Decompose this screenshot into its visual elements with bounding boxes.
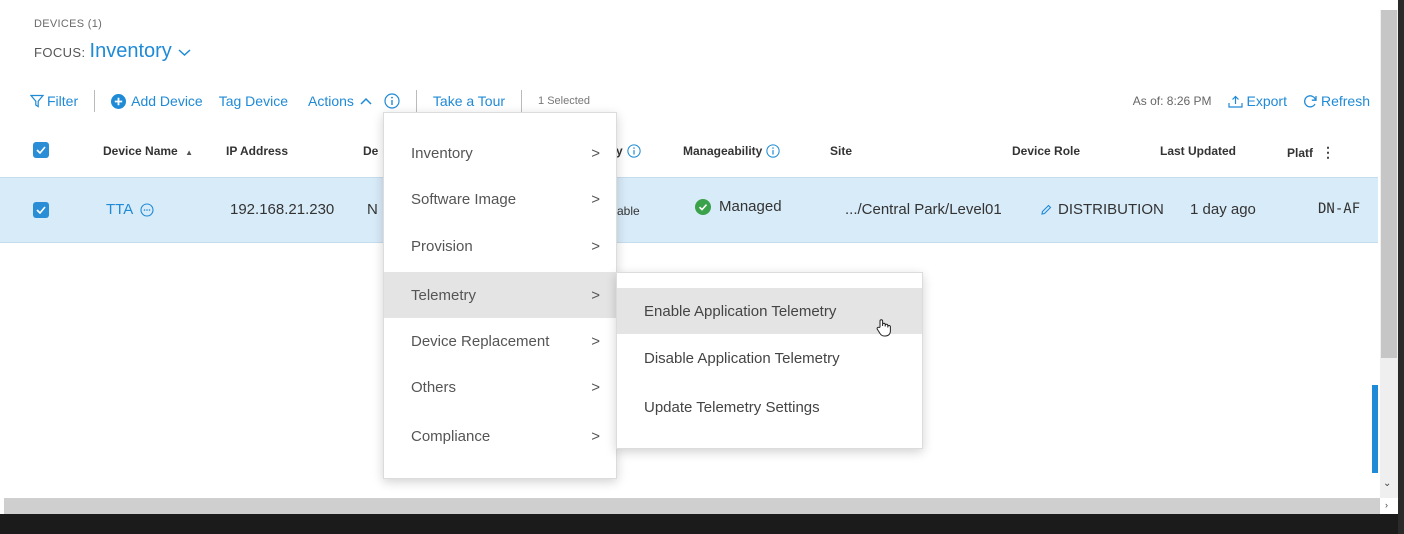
menu-item-inventory[interactable]: Inventory >	[384, 130, 616, 176]
tag-device-button[interactable]: Tag Device	[219, 93, 288, 109]
column-header-device-type[interactable]: De	[363, 144, 378, 158]
chevron-right-icon: >	[591, 190, 600, 208]
refresh-icon	[1304, 94, 1317, 108]
toolbar: Filter Add Device Tag Device Actions Tak…	[30, 88, 590, 114]
bottom-bar	[0, 514, 1404, 534]
scroll-indicator	[1372, 385, 1378, 473]
toolbar-divider	[521, 90, 523, 112]
more-horizontal-circle-icon[interactable]	[140, 202, 154, 217]
menu-item-others[interactable]: Others >	[384, 364, 616, 410]
export-label: Export	[1246, 93, 1287, 109]
menu-item-device-replacement[interactable]: Device Replacement >	[384, 318, 616, 364]
actions-button[interactable]: Actions	[308, 93, 372, 109]
submenu-item-disable-app-telemetry[interactable]: Disable Application Telemetry	[617, 335, 922, 381]
column-header-platform[interactable]: Platf ⋮	[1287, 144, 1335, 161]
column-header-device-name[interactable]: Device Name ▲	[103, 144, 193, 158]
last-updated-cell: 1 day ago	[1190, 201, 1256, 218]
filter-icon	[30, 94, 44, 108]
export-icon	[1227, 95, 1243, 108]
horizontal-scrollbar-track[interactable]	[4, 498, 1380, 514]
check-circle-icon	[695, 198, 711, 215]
manageability-cell: Managed	[695, 198, 782, 215]
column-header-site[interactable]: Site	[830, 144, 852, 158]
chevron-right-icon: >	[591, 144, 600, 162]
chevron-right-icon: >	[591, 286, 600, 304]
platform-cell: DN-AF	[1318, 201, 1361, 217]
refresh-button[interactable]: Refresh	[1303, 93, 1370, 109]
device-name-link[interactable]: TTA	[106, 201, 154, 218]
focus-value[interactable]: Inventory	[90, 40, 172, 63]
focus-selector[interactable]: FOCUS: Inventory	[34, 40, 191, 63]
chevron-right-icon: >	[591, 332, 600, 350]
info-icon[interactable]	[384, 93, 400, 109]
table-row[interactable]: TTA 192.168.21.230 N able Managed .../Ce…	[0, 177, 1378, 243]
device-role-cell[interactable]: DISTRIBUTION	[1040, 201, 1164, 218]
column-header-device-role[interactable]: Device Role	[1012, 144, 1080, 158]
sort-asc-icon: ▲	[185, 148, 193, 157]
add-device-button[interactable]: Add Device	[111, 93, 203, 109]
actions-dropdown-menu: Inventory > Software Image > Provision >…	[383, 112, 617, 479]
chevron-up-icon	[360, 97, 372, 105]
column-header-manageability[interactable]: Manageability	[683, 144, 781, 158]
device-type-cell: N	[367, 201, 378, 218]
column-header-ip-address[interactable]: IP Address	[226, 144, 288, 158]
export-button[interactable]: Export	[1227, 93, 1287, 109]
site-cell: .../Central Park/Level01	[845, 201, 1002, 218]
selected-count: 1 Selected	[538, 95, 591, 107]
telemetry-submenu: Enable Application Telemetry Disable App…	[616, 272, 923, 449]
column-header-reachability[interactable]: y	[616, 144, 641, 158]
toolbar-divider	[94, 90, 96, 112]
more-vertical-icon[interactable]: ⋮	[1321, 144, 1335, 161]
toolbar-right: As of: 8:26 PM Export Refresh	[1133, 88, 1370, 114]
chevron-right-icon: >	[591, 427, 600, 445]
vertical-scrollbar-thumb[interactable]	[1381, 10, 1397, 358]
take-tour-button[interactable]: Take a Tour	[433, 93, 505, 109]
column-header-last-updated[interactable]: Last Updated	[1160, 144, 1236, 158]
actions-label: Actions	[307, 93, 354, 109]
menu-item-compliance[interactable]: Compliance >	[384, 413, 616, 459]
filter-button[interactable]: Filter	[30, 93, 78, 109]
chevron-right-icon: >	[591, 237, 600, 255]
add-device-label: Add Device	[131, 93, 203, 109]
info-icon	[627, 144, 641, 158]
plus-circle-icon	[111, 93, 127, 109]
refresh-label: Refresh	[1320, 93, 1370, 109]
info-icon	[766, 144, 781, 158]
chevron-down-icon[interactable]	[178, 45, 191, 60]
submenu-item-update-telemetry-settings[interactable]: Update Telemetry Settings	[617, 384, 922, 430]
devices-count: DEVICES (1)	[34, 18, 103, 30]
menu-item-provision[interactable]: Provision >	[384, 223, 616, 269]
menu-item-software-image[interactable]: Software Image >	[384, 176, 616, 222]
reachability-cell: able	[617, 204, 640, 218]
scroll-right-icon[interactable]: ›	[1385, 500, 1388, 510]
filter-label: Filter	[47, 93, 79, 109]
focus-label: FOCUS:	[34, 45, 86, 60]
table-header: Device Name ▲ IP Address De y Manageabil…	[0, 132, 1378, 172]
submenu-item-enable-app-telemetry[interactable]: Enable Application Telemetry	[617, 288, 922, 337]
window-edge	[1398, 0, 1404, 534]
ip-address-cell: 192.168.21.230	[230, 201, 335, 218]
scroll-down-icon[interactable]: ⌄	[1383, 478, 1391, 489]
select-all-checkbox[interactable]	[33, 142, 49, 158]
toolbar-divider	[415, 90, 417, 112]
row-checkbox[interactable]	[33, 202, 49, 218]
as-of-timestamp: As of: 8:26 PM	[1132, 94, 1212, 108]
menu-item-telemetry[interactable]: Telemetry >	[384, 272, 616, 318]
chevron-right-icon: >	[591, 378, 600, 396]
pencil-icon[interactable]	[1040, 204, 1052, 216]
